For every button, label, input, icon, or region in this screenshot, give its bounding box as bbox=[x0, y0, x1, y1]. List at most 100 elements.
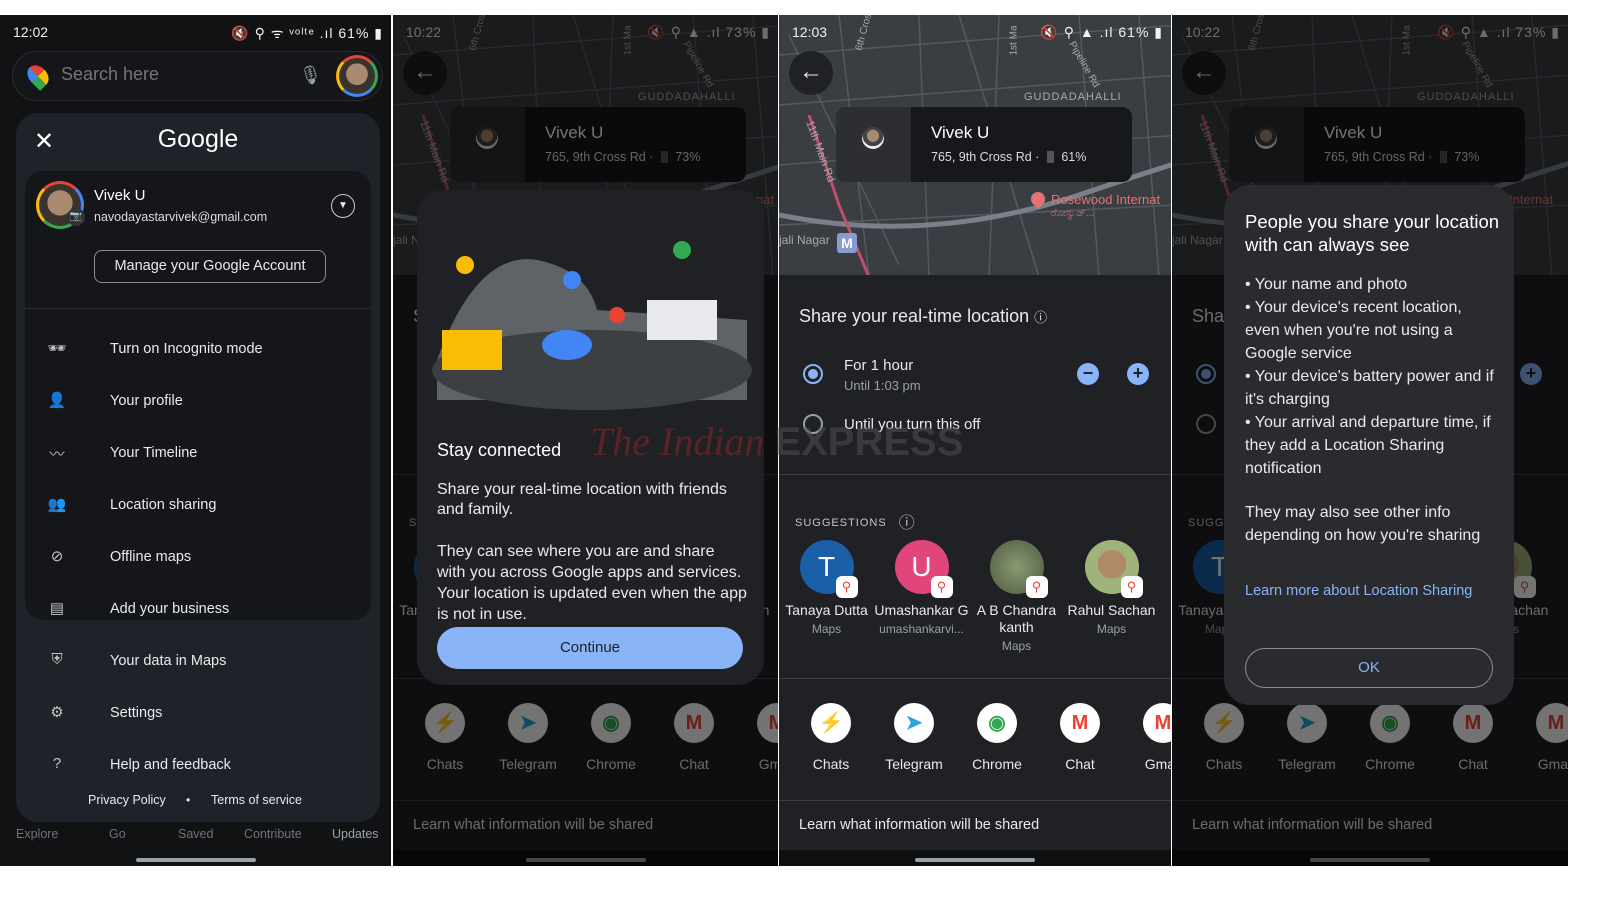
info-dialog: People you share your location with can … bbox=[1224, 185, 1514, 705]
location-sharing-icon: 👥 bbox=[47, 496, 67, 513]
radio-for-1-hour[interactable] bbox=[803, 364, 823, 384]
maps-badge-icon: ⚲ bbox=[1120, 576, 1143, 598]
incognito-icon: 🕶 bbox=[47, 340, 67, 357]
status-icons: 🔇 ⚲ ▲ .ıl 61% ▮ bbox=[1040, 24, 1163, 40]
help-icon: ? bbox=[52, 755, 62, 772]
battery-level: 61% bbox=[338, 25, 370, 41]
shield-icon: ⛨ bbox=[51, 651, 63, 668]
manage-account-button[interactable]: Manage your Google Account bbox=[94, 250, 326, 283]
dialog-title: Stay connected bbox=[437, 440, 562, 460]
account-switcher-chevron-icon[interactable]: ▼ bbox=[331, 194, 355, 218]
contact-avatar: U⚲ bbox=[894, 540, 953, 598]
share-app-gmail[interactable]: MGmail bbox=[1123, 703, 1171, 772]
divider bbox=[779, 474, 1171, 475]
decrease-duration-button[interactable]: − bbox=[1077, 363, 1099, 385]
share-app-chat[interactable]: MChat bbox=[1040, 703, 1120, 772]
contact-name: Umashankar G bbox=[874, 602, 969, 618]
metro-icon: M bbox=[837, 233, 857, 253]
user-location-pin bbox=[862, 127, 884, 149]
account-email: navodayastarvivek@gmail.com bbox=[94, 210, 268, 224]
status-icons: 🔇 ⚲ ᯤ ᵛᵒˡᵗᵉ .ıl 61% ▮ bbox=[231, 25, 383, 41]
map-label-poi[interactable]: Rosewood Internat bbox=[1051, 192, 1160, 207]
offline-maps-icon: ⊘ bbox=[50, 548, 64, 565]
contact-source: Maps bbox=[1001, 639, 1032, 653]
gmail-icon: M bbox=[1143, 703, 1171, 743]
person-name: Vivek U bbox=[931, 123, 990, 142]
panel-share-location: GUDDADAHALLI 6th Cross Rd 11th Main Rd 1… bbox=[779, 15, 1171, 866]
account-name: Vivek U bbox=[94, 187, 146, 204]
info-icon[interactable]: ⓘ bbox=[899, 515, 916, 532]
contact-name: Rahul Sachan bbox=[1067, 602, 1156, 618]
contact-source: Maps bbox=[811, 622, 842, 636]
ok-button[interactable]: OK bbox=[1245, 648, 1493, 688]
nav-explore[interactable]: Explore bbox=[16, 827, 58, 841]
learn-more-link[interactable]: Learn more about Location Sharing bbox=[1245, 582, 1485, 600]
back-button[interactable]: ← bbox=[789, 51, 833, 95]
status-icon-glyphs: 🔇 ⚲ ᯤ ᵛᵒˡᵗᵉ .ıl bbox=[231, 25, 334, 41]
share-app-telegram[interactable]: ➤Telegram bbox=[874, 703, 954, 772]
nav-contribute[interactable]: Contribute bbox=[244, 827, 302, 841]
telegram-icon: ➤ bbox=[894, 703, 934, 743]
option-until-off[interactable]: Until you turn this off bbox=[844, 416, 980, 433]
separator-dot: • bbox=[186, 793, 191, 807]
contact-name: Tanaya Dutta bbox=[785, 602, 868, 618]
dialog-title: People you share your location with can … bbox=[1245, 211, 1500, 255]
camera-icon[interactable]: 📷 bbox=[67, 208, 85, 226]
stay-connected-dialog: Stay connected Share your real-time loca… bbox=[417, 190, 764, 685]
search-input[interactable] bbox=[61, 64, 281, 85]
divider bbox=[779, 800, 1171, 801]
map-label-poi-kannada: ರೋಸ್ವುಡ್... bbox=[1051, 208, 1095, 219]
radio-until-off[interactable] bbox=[803, 414, 823, 434]
nav-updates[interactable]: Updates bbox=[332, 827, 379, 841]
bullet-item: • Your arrival and departure time, if th… bbox=[1245, 414, 1491, 477]
privacy-policy-link[interactable]: Privacy Policy bbox=[88, 793, 166, 807]
account-card: 📷 Vivek U navodayastarvivek@gmail.com ▼ … bbox=[25, 171, 371, 620]
contact-avatar: ⚲ bbox=[989, 540, 1048, 598]
home-indicator[interactable] bbox=[915, 858, 1035, 862]
bullet-list: • Your name and photo • Your device's rec… bbox=[1245, 273, 1495, 480]
divider bbox=[25, 308, 371, 309]
battery-level: 61% bbox=[1118, 24, 1150, 40]
contact-avatar: ⚲ bbox=[1084, 540, 1143, 598]
location-card[interactable]: Vivek U 765, 9th Cross Rd · 61% bbox=[836, 107, 1132, 182]
terms-of-service-link[interactable]: Terms of service bbox=[211, 793, 302, 807]
chats-icon: ⚡ bbox=[811, 703, 851, 743]
suggestions-label: SUGGESTIONS ⓘ bbox=[795, 515, 916, 532]
status-time: 12:03 bbox=[792, 24, 828, 40]
avatar[interactable] bbox=[336, 55, 378, 97]
home-indicator[interactable] bbox=[135, 858, 256, 862]
nav-go[interactable]: Go bbox=[109, 827, 126, 841]
suggestion-contact[interactable]: T⚲ Tanaya Dutta Maps bbox=[779, 540, 874, 636]
maps-badge-icon: ⚲ bbox=[1025, 576, 1048, 598]
contact-name: A B Chandra kanth bbox=[976, 602, 1057, 635]
bullet-item: • Your device's recent location, even wh… bbox=[1245, 299, 1462, 362]
map-label-area: jali Nagar bbox=[779, 233, 830, 247]
increase-duration-button[interactable]: + bbox=[1127, 363, 1149, 385]
back-arrow-icon: ← bbox=[799, 58, 823, 85]
continue-button[interactable]: Continue bbox=[437, 627, 743, 669]
help-icon[interactable]: ⓘ bbox=[1034, 310, 1047, 325]
divider bbox=[779, 678, 1171, 679]
status-bar: 12:02 🔇 ⚲ ᯤ ᵛᵒˡᵗᵉ .ıl 61% ▮ bbox=[0, 23, 391, 43]
share-title: Share your real-time location ⓘ bbox=[799, 306, 1048, 326]
option-for-1-hour[interactable]: For 1 hour bbox=[844, 357, 913, 374]
suggestion-contact[interactable]: U⚲ Umashankar G umashankarvi... bbox=[874, 540, 969, 636]
dialog-note: They may also see other info depending o… bbox=[1245, 504, 1481, 544]
share-app-chats[interactable]: ⚡Chats bbox=[791, 703, 871, 772]
search-bar[interactable]: 🎙 bbox=[12, 51, 383, 101]
suggestion-contact[interactable]: ⚲ Rahul Sachan Maps bbox=[1064, 540, 1159, 636]
maps-badge-icon: ⚲ bbox=[930, 576, 953, 598]
map-label-area: GUDDADAHALLI bbox=[1024, 91, 1122, 103]
bullet-item: • Your name and photo bbox=[1245, 276, 1408, 293]
learn-what-shared-link[interactable]: Learn what information will be shared bbox=[799, 817, 1039, 833]
share-app-chrome[interactable]: ◉Chrome bbox=[957, 703, 1037, 772]
battery-level: 61% bbox=[1061, 150, 1087, 164]
contact-source: Maps bbox=[1096, 622, 1127, 636]
account-menu: ✕ Google 📷 Vivek U navodayastarvivek@gma… bbox=[16, 113, 380, 822]
suggestion-contact[interactable]: ⚲ A B Chandra kanth Maps bbox=[969, 540, 1064, 653]
bullet-item: • Your device's battery power and if it'… bbox=[1245, 368, 1494, 408]
microphone-icon[interactable]: 🎙 bbox=[299, 65, 322, 86]
map-view[interactable]: GUDDADAHALLI 6th Cross Rd 11th Main Rd 1… bbox=[779, 15, 1171, 277]
status-time: 12:02 bbox=[13, 24, 49, 40]
nav-saved[interactable]: Saved bbox=[178, 827, 213, 841]
